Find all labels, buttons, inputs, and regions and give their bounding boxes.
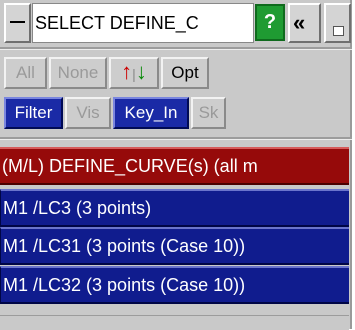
divider [0, 47, 352, 50]
minimize-button[interactable] [4, 3, 31, 43]
double-chevron-left-icon: « [293, 10, 305, 35]
select-define-curve-panel: SELECT DEFINE_C ? « All None ↑|↓ Opt Fil… [0, 0, 352, 330]
list-item[interactable]: M1 /LC31 (3 points (Case 10)) [0, 227, 349, 265]
list-header[interactable]: (M/L) DEFINE_CURVE(s) (all m [0, 147, 349, 185]
list-item[interactable]: M1 /LC32 (3 points (Case 10)) [0, 266, 349, 304]
title-bar: SELECT DEFINE_C ? « [4, 3, 351, 43]
all-button[interactable]: All [4, 57, 47, 89]
sk-button[interactable]: Sk [191, 97, 226, 129]
sort-order-button[interactable]: ↑|↓ [109, 57, 159, 89]
help-button[interactable]: ? [255, 4, 285, 41]
list-empty-area [0, 315, 349, 330]
key-in-button[interactable]: Key_In [113, 97, 189, 129]
divider [0, 137, 352, 140]
minimize-icon [10, 21, 25, 23]
arrow-up-icon: ↑ [121, 59, 133, 84]
pin-icon [333, 26, 344, 36]
options-button[interactable]: Opt [161, 57, 209, 89]
filter-button[interactable]: Filter [4, 97, 63, 129]
none-button[interactable]: None [49, 57, 107, 89]
pin-button[interactable] [324, 3, 351, 43]
panel-title: SELECT DEFINE_C [32, 3, 254, 43]
arrow-down-icon: ↓ [135, 59, 147, 84]
vis-button[interactable]: Vis [65, 97, 111, 129]
collapse-button[interactable]: « [288, 3, 321, 43]
list-item[interactable]: M1 /LC3 (3 points) [0, 189, 349, 227]
